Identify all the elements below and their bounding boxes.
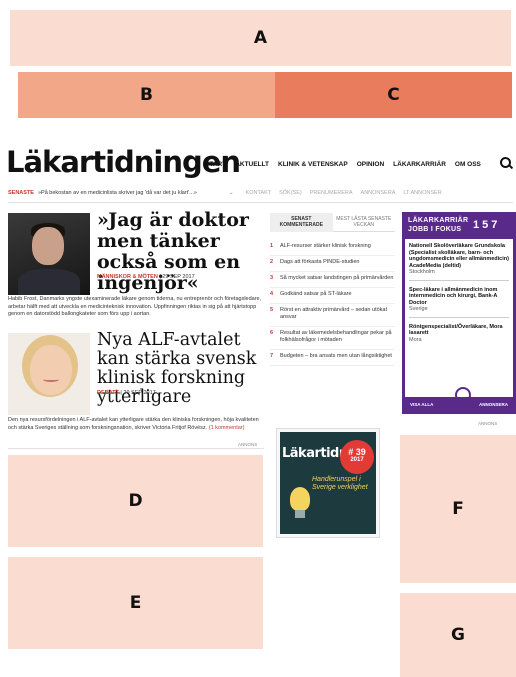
- job-location: Mora: [409, 336, 422, 343]
- item-text: ALF-resurser stärker klinisk forskning: [280, 243, 371, 249]
- ticker-tag: SENASTE: [8, 190, 34, 196]
- magazine-cover[interactable]: Läkartidn # 39 2017 Handlerunspel i Sver…: [280, 432, 376, 534]
- jobs-footer: VISA ALLA ANNONSERA: [405, 397, 513, 411]
- jobs-subtitle: JOBB I FOKUS: [408, 226, 462, 233]
- list-item[interactable]: 2 Dags att förkasta PINDE-studien: [270, 256, 395, 272]
- magazine-title: Läkartidn: [282, 446, 348, 461]
- comments-link[interactable]: (1 kommentar): [209, 425, 245, 431]
- item-text: Resultat av läkemedelsbehandlingar pekar…: [280, 330, 392, 343]
- nav-aktuellt[interactable]: AKTUELLT: [235, 161, 269, 168]
- subnav-lt-annonser[interactable]: LT ANNONSER: [403, 190, 441, 196]
- tab-mest-lasta[interactable]: MEST LÄSTA SENASTE VECKAN: [332, 213, 395, 232]
- list-item[interactable]: 7 Budgeten – bra ansats men utan långsikt…: [270, 350, 395, 366]
- item-text: Så mycket satsar landstingen på primärvå…: [280, 275, 394, 281]
- magazine-subtitle: Handlerunspel i Sverige verklighet: [312, 476, 368, 491]
- ad-label: ANNONS: [478, 421, 498, 426]
- issue-year: 2017: [350, 457, 364, 463]
- divider: [8, 448, 264, 449]
- jobs-widget: LÄKARKARRIÄR JOBB I FOKUS 157 Nationell …: [402, 212, 516, 414]
- zone-f: F: [400, 435, 516, 583]
- item-text: Godkänd satsar på ST-läkare: [280, 291, 352, 297]
- article-category[interactable]: MÄNNISKOR & MÖTEN: [97, 274, 158, 280]
- nav-klinik[interactable]: KLINIK & VETENSKAP: [278, 161, 348, 168]
- subnav-annonsera[interactable]: ANNONSERA: [361, 190, 396, 196]
- item-number: 6: [270, 330, 274, 336]
- sub-nav: KONTAKT SÖK(SE) PRENUMERERA ANNONSERA LT…: [246, 190, 442, 196]
- ticker-text[interactable]: »På bekostan av en medicinlista skriver …: [38, 190, 197, 196]
- item-text: Budgeten – bra ansats men utan långsikti…: [280, 353, 392, 359]
- divider: [409, 316, 509, 318]
- job-location: Stockholm: [409, 269, 435, 275]
- nav-start[interactable]: START: [205, 161, 226, 168]
- zone-a: A: [10, 10, 511, 66]
- divider: [8, 202, 513, 203]
- tab-senast-kommenterade[interactable]: SENAST KOMMENTERADE: [270, 213, 333, 232]
- jobs-count: 157: [473, 219, 501, 231]
- nav-lakarkarriar[interactable]: LÄKARKARRIÄR: [393, 161, 446, 168]
- item-text: Rörst en attraktiv primärvård – sedan ut…: [280, 307, 387, 320]
- item-number: 2: [270, 259, 274, 265]
- item-number: 4: [270, 291, 274, 297]
- article-photo-woman[interactable]: [8, 333, 90, 415]
- main-nav: START AKTUELLT KLINIK & VETENSKAP OPINIO…: [205, 161, 481, 168]
- subnav-kontakt[interactable]: KONTAKT: [246, 190, 272, 196]
- jobs-header: LÄKARKARRIÄR JOBB I FOKUS 157: [405, 215, 513, 239]
- article-headline[interactable]: »Jag är doktor men tänker också som en i…: [97, 210, 262, 294]
- jobs-title: LÄKARKARRIÄR: [408, 217, 469, 224]
- zone-d: D: [8, 455, 263, 547]
- advertise-link[interactable]: ANNONSERA: [479, 402, 508, 407]
- article-date: 29 SEP 2017: [162, 274, 195, 280]
- subnav-prenumerera[interactable]: PRENUMERERA: [310, 190, 353, 196]
- job-location: Sverige: [409, 306, 428, 312]
- job-listing[interactable]: Spec-läkare i allmänmedicin inom internm…: [405, 283, 513, 315]
- job-listing[interactable]: Röntgenspecialist/Överläkare, Mora lasar…: [405, 320, 513, 346]
- list-item[interactable]: 4 Godkänd satsar på ST-läkare: [270, 288, 395, 304]
- search-icon[interactable]: [500, 157, 511, 168]
- job-title: Spec-läkare i allmänmedicin inom internm…: [409, 286, 498, 306]
- zone-g: G: [400, 593, 516, 677]
- list-item[interactable]: 5 Rörst en attraktiv primärvård – sedan u…: [270, 304, 395, 327]
- issue-number: # 39: [348, 447, 366, 457]
- news-ticker: SENASTE »På bekostan av en medicinlista …: [8, 190, 513, 196]
- chevron-down-icon[interactable]: ⌄: [229, 190, 234, 196]
- item-number: 3: [270, 275, 274, 281]
- article-date: 29 SEP 2017: [123, 390, 156, 396]
- article-lead: Den nya resursfördelningen i ALF-avtalet…: [8, 417, 264, 432]
- item-text: Dags att förkasta PINDE-studien: [280, 259, 360, 265]
- article-byline: MÄNNISKOR & MÖTEN | 29 SEP 2017: [97, 274, 195, 280]
- job-title: Röntgenspecialist/Överläkare, Mora lasar…: [409, 323, 503, 337]
- article-lead: Habib Frost, Danmarks yngste utexaminera…: [8, 296, 262, 317]
- job-listing[interactable]: Nationell Skolöverläkare Grundskola (Spe…: [405, 239, 513, 278]
- article-photo-man[interactable]: [8, 213, 90, 295]
- zone-b: B: [18, 72, 275, 118]
- list-item[interactable]: 1 ALF-resurser stärker klinisk forskning: [270, 240, 395, 256]
- popular-tabs: SENAST KOMMENTERADE MEST LÄSTA SENASTE V…: [270, 213, 395, 232]
- item-number: 5: [270, 307, 274, 313]
- zone-e: E: [8, 557, 263, 649]
- issue-badge: # 39 2017: [340, 440, 374, 474]
- nav-opinion[interactable]: OPINION: [357, 161, 384, 168]
- list-item[interactable]: 3 Så mycket satsar landstingen på primärv…: [270, 272, 395, 288]
- job-title: Nationell Skolöverläkare Grundskola (Spe…: [409, 243, 509, 269]
- nav-om-oss[interactable]: OM OSS: [455, 161, 481, 168]
- item-number: 7: [270, 353, 274, 359]
- lightbulb-icon: [290, 487, 310, 511]
- popular-list: 1 ALF-resurser stärker klinisk forskning …: [270, 240, 395, 366]
- subnav-sok[interactable]: SÖK(SE): [279, 190, 302, 196]
- item-number: 1: [270, 243, 274, 249]
- lightbulb-base: [295, 510, 305, 518]
- ad-label: ANNONS: [238, 442, 258, 447]
- article-byline: DEBATT | 29 SEP 2017: [97, 390, 156, 396]
- zone-c: C: [275, 72, 512, 118]
- divider: [409, 279, 509, 281]
- article-category[interactable]: DEBATT: [97, 390, 119, 396]
- list-item[interactable]: 6 Resultat av läkemedelsbehandlingar peka…: [270, 327, 395, 350]
- see-all-link[interactable]: VISA ALLA: [410, 402, 433, 407]
